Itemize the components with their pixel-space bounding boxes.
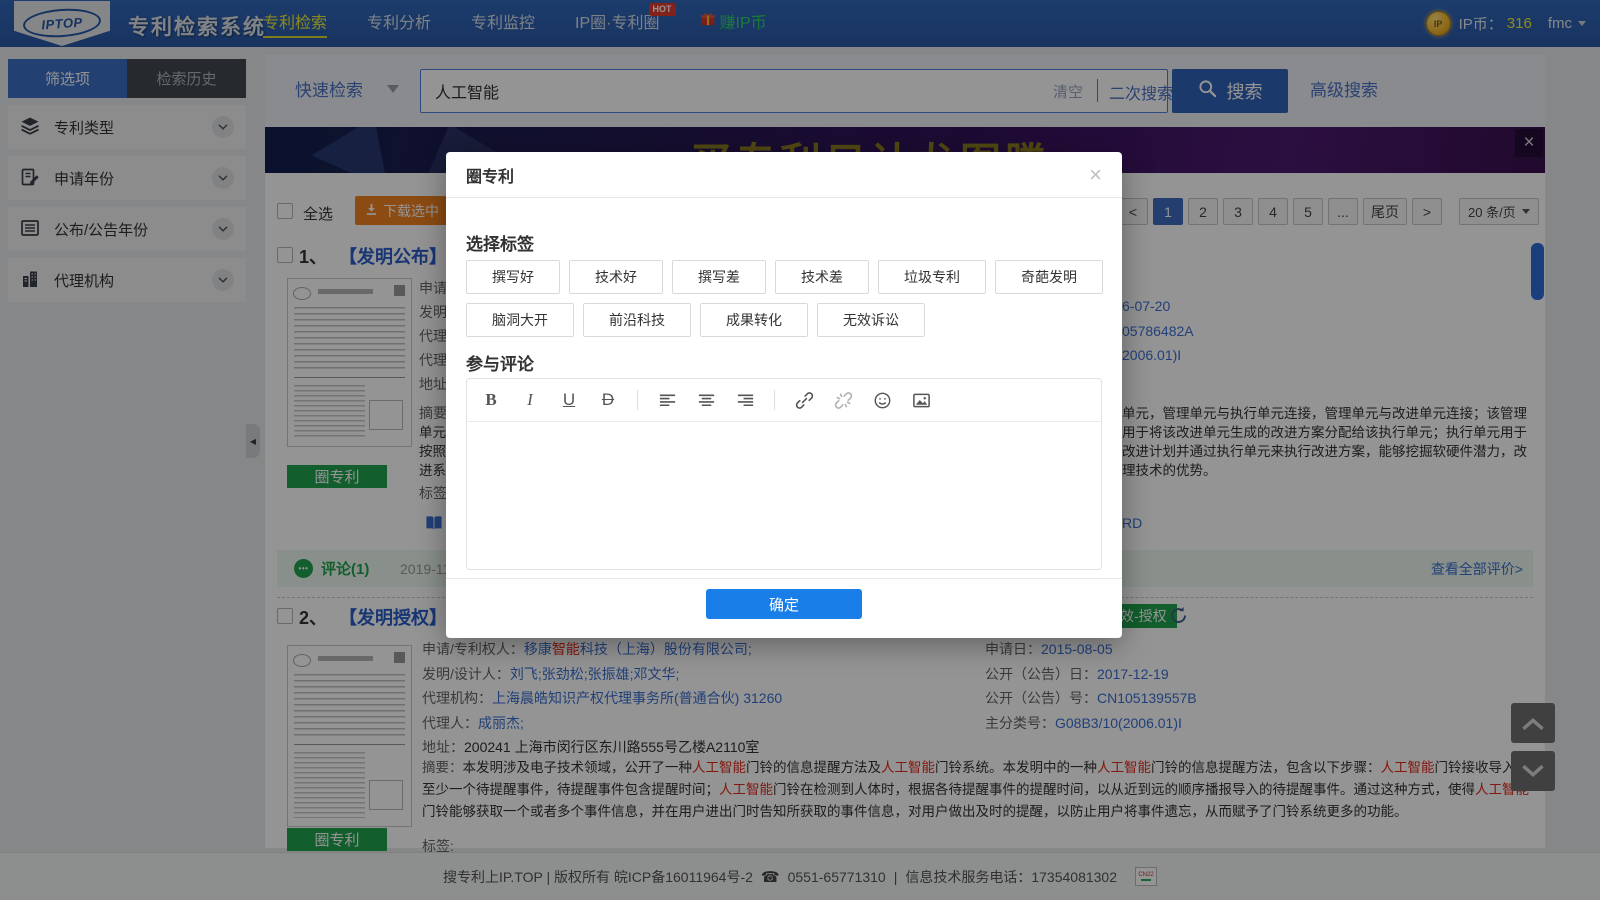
tag-button[interactable]: 奇葩发明 xyxy=(995,260,1103,294)
tag-button[interactable]: 撰写差 xyxy=(672,260,766,294)
unlink-icon[interactable] xyxy=(833,390,853,410)
tag-button[interactable]: 无效诉讼 xyxy=(817,303,925,337)
strikethrough-icon[interactable]: D xyxy=(598,390,618,410)
bold-icon[interactable]: B xyxy=(481,390,501,410)
tag-button[interactable]: 撰写好 xyxy=(466,260,560,294)
align-center-icon[interactable] xyxy=(696,390,716,410)
link-icon[interactable] xyxy=(794,390,814,410)
confirm-button[interactable]: 确定 xyxy=(706,589,862,619)
tag-row: 撰写好技术好撰写差技术差垃圾专利奇葩发明 xyxy=(466,260,1103,294)
dialog-title: 圈专利 xyxy=(466,163,514,187)
comment-editor: BIUD xyxy=(466,378,1102,570)
emoji-icon[interactable] xyxy=(872,390,892,410)
tag-button[interactable]: 垃圾专利 xyxy=(878,260,986,294)
align-left-icon[interactable] xyxy=(657,390,677,410)
circle-patent-dialog: 圈专利 × 选择标签 撰写好技术好撰写差技术差垃圾专利奇葩发明 脑洞大开前沿科技… xyxy=(446,152,1122,638)
image-icon[interactable] xyxy=(911,390,931,410)
tag-button[interactable]: 脑洞大开 xyxy=(466,303,574,337)
dialog-footer-divider xyxy=(446,578,1122,579)
tag-button[interactable]: 前沿科技 xyxy=(583,303,691,337)
tag-row: 脑洞大开前沿科技成果转化无效诉讼 xyxy=(466,303,925,337)
editor-content-area[interactable] xyxy=(467,422,1101,570)
tag-button[interactable]: 技术差 xyxy=(775,260,869,294)
underline-icon[interactable]: U xyxy=(559,390,579,410)
toolbar-divider xyxy=(774,390,775,410)
italic-icon[interactable]: I xyxy=(520,390,540,410)
dialog-header: 圈专利 × xyxy=(446,152,1122,198)
toolbar-divider xyxy=(637,390,638,410)
tag-button[interactable]: 成果转化 xyxy=(700,303,808,337)
editor-toolbar: BIUD xyxy=(467,379,1101,422)
patent-search-app: IPTOP 专利检索系统 专利检索专利分析专利监控IP圈·专利圈HOT赚IP币 … xyxy=(0,0,1600,900)
tag-button[interactable]: 技术好 xyxy=(569,260,663,294)
close-icon[interactable]: × xyxy=(1089,164,1102,186)
align-right-icon[interactable] xyxy=(735,390,755,410)
tags-section-heading: 选择标签 xyxy=(466,230,534,255)
comment-section-heading: 参与评论 xyxy=(466,350,534,375)
